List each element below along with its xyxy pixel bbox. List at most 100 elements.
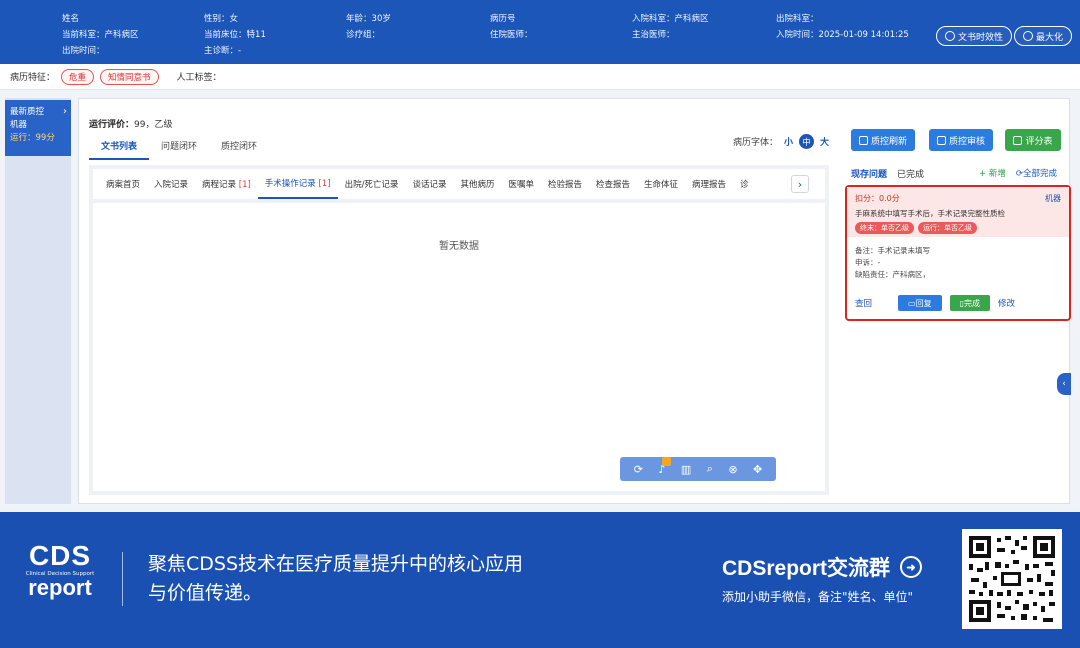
- issue-tabs: 现存问题 已完成: [851, 167, 924, 180]
- manual-tag-label: 人工标签：: [176, 73, 222, 83]
- score-sheet-button[interactable]: 评分表: [1005, 129, 1061, 151]
- reply-button[interactable]: ▭ 回复: [898, 295, 942, 311]
- tab-issue-loop[interactable]: 问题闭环: [149, 135, 209, 160]
- group-subtitle: 添加小助手微信，备注"姓名、单位": [722, 590, 914, 604]
- maximize-button[interactable]: 最大化: [1014, 26, 1073, 46]
- group-title[interactable]: CDSreport交流群 ➜: [722, 552, 923, 582]
- empty-state-text: 暂无数据: [439, 241, 479, 252]
- tab-qc-loop[interactable]: 质控闭环: [209, 135, 269, 160]
- qr-code-icon: [967, 534, 1057, 624]
- chevron-right-icon[interactable]: ›: [791, 175, 809, 193]
- complete-all-button[interactable]: ⟳全部完成: [1016, 167, 1057, 179]
- bell-icon[interactable]: ♪: [658, 456, 672, 476]
- doc-tab-progress-notes[interactable]: 病程记录 [1]: [195, 170, 258, 198]
- qc-review-button[interactable]: 质控审核: [929, 129, 993, 151]
- tab-current-issues[interactable]: 现存问题: [851, 167, 887, 180]
- issue-actions: 查回 ▭ 回复 ▯ 完成 修改: [855, 295, 1063, 311]
- issue-appeal: 申诉：-: [855, 258, 881, 267]
- arrow-right-icon: ➜: [900, 556, 923, 578]
- issue-remark: 备注：手术记录未填写: [855, 246, 930, 255]
- tag-running-grade: 运行：单否乙级: [918, 222, 977, 234]
- sheet-icon: [1013, 135, 1023, 145]
- issue-card-header: 扣分：0.0分 机器 手麻系统中填写手术后，手术记录完整性质检 终末：单否乙级 …: [847, 187, 1069, 237]
- shield-check-icon: [936, 135, 946, 145]
- document-panel: 病案首页 入院记录 病程记录 [1] 手术操作记录 [1] 出院/死亡记录 谈话…: [89, 165, 829, 495]
- main-card: 运行评价：99，乙级 文书列表 问题闭环 质控闭环 病历字体： 小 中 大 质控…: [78, 98, 1071, 504]
- doc-tab-lab[interactable]: 检验报告: [541, 170, 589, 198]
- field-age: 年龄：30岁: [346, 14, 391, 24]
- field-team: 诊疗组：: [346, 30, 381, 40]
- search-icon[interactable]: ⌕: [707, 462, 713, 476]
- field-bed: 当前床位：特11: [204, 30, 266, 40]
- close-icon[interactable]: ⊗: [728, 463, 737, 476]
- maximize-icon: [1023, 31, 1033, 41]
- notification-badge: [662, 456, 672, 466]
- timeliness-button[interactable]: 文书时效性: [936, 26, 1013, 46]
- doc-tab-other[interactable]: 其他病历: [453, 170, 501, 198]
- doc-tab-admission[interactable]: 入院记录: [147, 170, 195, 198]
- tab-doc-list[interactable]: 文书列表: [89, 135, 150, 160]
- feature-bar: 病历特征： 危重 知情同意书 人工标签：: [0, 64, 1080, 90]
- promo-banner: CDS Clinical Decision Support report 聚焦C…: [0, 512, 1080, 648]
- tag-consent[interactable]: 知情同意书: [100, 68, 159, 85]
- font-small-option[interactable]: 小: [784, 135, 793, 148]
- edit-link[interactable]: 修改: [998, 297, 1015, 309]
- main-tabs: 文书列表 问题闭环 质控闭环: [89, 135, 269, 160]
- doc-tab-discharge[interactable]: 出院/死亡记录: [338, 170, 406, 198]
- refresh-icon: [858, 135, 868, 145]
- cds-report-logo: CDS Clinical Decision Support report: [25, 540, 95, 600]
- field-attending: 主治医师：: [632, 30, 675, 40]
- issue-responsibility: 缺陷责任：产科病区，: [855, 270, 930, 279]
- field-record-no: 病历号: [490, 14, 516, 24]
- reject-link[interactable]: 查回: [855, 297, 872, 309]
- latest-qc-item[interactable]: › 最新质控 机器 运行：99分: [5, 100, 71, 156]
- patient-header: 姓名 性别：女 年龄：30岁 病历号 入院科室：产科病区 出院科室： 当前科室：…: [0, 0, 1080, 64]
- font-large-option[interactable]: 大: [820, 135, 829, 148]
- field-admit-dept: 入院科室：产科病区: [632, 14, 709, 24]
- tag-final-grade: 终末：单否乙级: [855, 222, 914, 234]
- tab-completed[interactable]: 已完成: [897, 167, 924, 180]
- latest-qc-score: 运行：99分: [10, 133, 55, 143]
- left-panel: › 最新质控 机器 运行：99分: [5, 98, 71, 504]
- deduction-text: 扣分：0.0分: [855, 194, 900, 203]
- chevron-right-icon: ›: [63, 106, 67, 117]
- add-issue-button[interactable]: + 新增: [979, 167, 1006, 179]
- doc-tab-conversation[interactable]: 谈话记录: [405, 170, 453, 198]
- doc-tab-orders[interactable]: 医嘱单: [501, 170, 541, 198]
- doc-tab-exam[interactable]: 检查报告: [589, 170, 637, 198]
- issue-source: 机器: [1045, 194, 1061, 203]
- banner-slogan: 聚焦CDSS技术在医疗质量提升中的核心应用 与价值传递。: [148, 553, 524, 604]
- document-tabs: 病案首页 入院记录 病程记录 [1] 手术操作记录 [1] 出院/死亡记录 谈话…: [93, 169, 825, 199]
- font-size-label: 病历字体：: [733, 138, 779, 148]
- document-body: 暂无数据 ⟳ ♪ ▥ ⌕ ⊗ ✥: [93, 203, 825, 491]
- done-button[interactable]: ▯ 完成: [949, 295, 990, 311]
- feature-label: 病历特征：: [10, 73, 56, 83]
- divider: [122, 552, 123, 606]
- qr-code: [962, 529, 1062, 629]
- qc-refresh-button[interactable]: 质控刷新: [851, 129, 915, 151]
- move-icon[interactable]: ✥: [753, 463, 762, 476]
- field-admit-time: 入院时间：2025-01-09 14:01:25: [776, 30, 909, 40]
- field-discharge-time: 出院时间：: [62, 46, 105, 56]
- doc-tab-surgery-record[interactable]: 手术操作记录 [1]: [257, 169, 338, 199]
- refresh-icon[interactable]: ⟳: [634, 463, 643, 476]
- issue-message: 手麻系统中填写手术后，手术记录完整性质检: [855, 209, 1005, 218]
- doc-tab-more[interactable]: 诊: [733, 170, 756, 198]
- field-resident: 住院医师：: [490, 30, 533, 40]
- floating-toolbar: ⟳ ♪ ▥ ⌕ ⊗ ✥: [620, 456, 776, 481]
- field-gender: 性别：女: [204, 14, 239, 24]
- field-name: 姓名: [62, 14, 80, 24]
- clock-icon: [945, 31, 955, 41]
- book-icon[interactable]: ▥: [681, 463, 691, 476]
- field-diagnosis: 主诊断：-: [204, 46, 242, 56]
- issue-card: 扣分：0.0分 机器 手麻系统中填写手术后，手术记录完整性质检 终末：单否乙级 …: [845, 185, 1071, 321]
- font-medium-option[interactable]: 中: [799, 134, 815, 149]
- running-evaluation: 运行评价：99，乙级: [89, 120, 173, 130]
- doc-tab-homepage[interactable]: 病案首页: [99, 170, 147, 198]
- tag-critical[interactable]: 危重: [61, 68, 95, 85]
- issue-tools: + 新增 ⟳全部完成: [979, 167, 1057, 179]
- doc-tab-pathology[interactable]: 病理报告: [685, 170, 733, 198]
- collapse-panel-button[interactable]: ‹: [1057, 373, 1071, 395]
- issue-details: 备注：手术记录未填写 申诉：- 缺陷责任：产科病区，: [847, 237, 1069, 289]
- doc-tab-vitals[interactable]: 生命体征: [637, 170, 685, 198]
